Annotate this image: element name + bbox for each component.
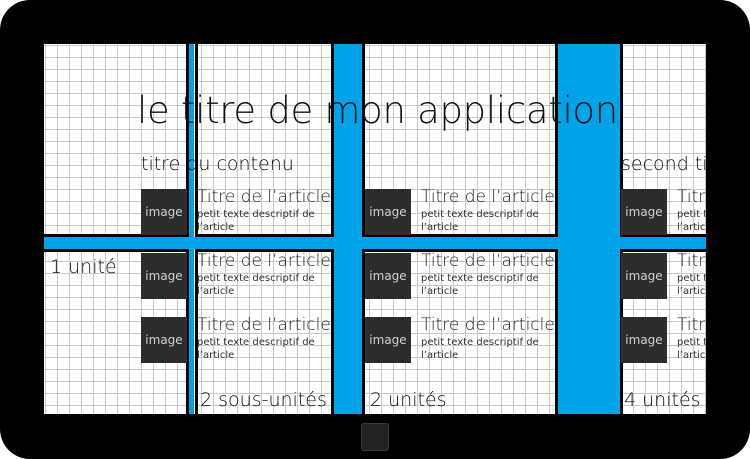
article-desc: petit texte descriptif de l’article (197, 209, 315, 233)
layout-grid: le titre de mon application titre du con… (44, 44, 706, 414)
article-desc: petit texte descriptif de l’article (677, 273, 706, 297)
unit-label-2: 2 unités (370, 389, 447, 411)
article-desc: petit texte descriptif de l’article (421, 337, 539, 361)
article-desc: petit texte descriptif de l’article (421, 209, 539, 233)
article-title: Titre de l’article (677, 187, 706, 207)
article-desc: petit texte descriptif de l’article (677, 209, 706, 233)
article-thumb: image (365, 253, 411, 299)
article-desc: petit texte descriptif de l’article (677, 337, 706, 361)
section-title-content: titre du contenu (141, 153, 294, 175)
article-desc: petit texte descriptif de l’article (421, 273, 539, 297)
section-title-second: second titre (621, 153, 706, 175)
article-desc: petit texte descriptif de l’article (197, 337, 315, 361)
article-thumb: image (621, 189, 667, 235)
article-title: Titre de l’article (197, 187, 331, 207)
article-thumb: image (621, 253, 667, 299)
article-thumb: image (365, 189, 411, 235)
unit-label-1: 1 unité (50, 256, 117, 278)
article-thumb: image (141, 253, 187, 299)
article-thumb: image (365, 317, 411, 363)
article-title: Titre de l’article (197, 251, 331, 271)
app-title: le titre de mon application (137, 89, 618, 132)
article-thumb: image (141, 317, 187, 363)
article-title: Titre de l’article (677, 251, 706, 271)
article-thumb: image (141, 189, 187, 235)
unit-label-4: 4 unités (624, 389, 701, 411)
article-thumb: image (621, 317, 667, 363)
article-title: Titre de l’article (677, 315, 706, 335)
article-title: Titre de l’article (421, 315, 555, 335)
unit-label-2-sub: 2 sous-unités (200, 389, 327, 411)
horizontal-band (44, 237, 706, 249)
article-desc: petit texte descriptif de l’article (197, 273, 315, 297)
article-title: Titre de l’article (421, 187, 555, 207)
article-title: Titre de l’article (421, 251, 555, 271)
home-button[interactable] (361, 423, 389, 451)
article-title: Titre de l’article (197, 315, 331, 335)
